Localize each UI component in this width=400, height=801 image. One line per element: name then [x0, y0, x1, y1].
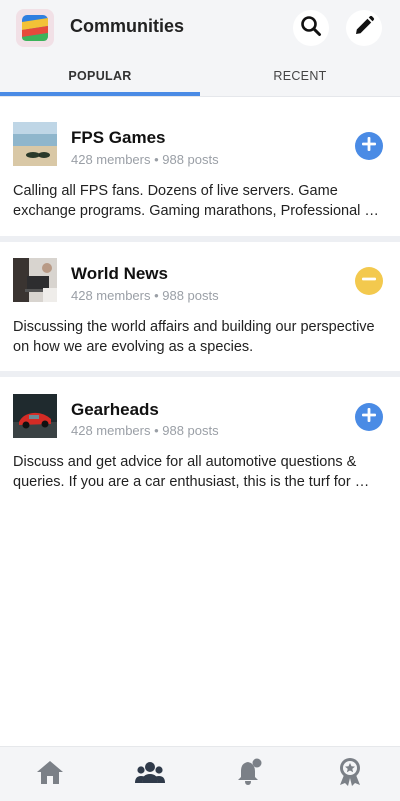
nav-notifications[interactable] [235, 758, 265, 791]
join-community-button[interactable] [355, 132, 383, 160]
community-name[interactable]: FPS Games [71, 128, 166, 148]
nav-communities[interactable] [135, 759, 165, 789]
home-icon [36, 759, 64, 790]
notification-bell-icon [236, 758, 264, 791]
bottom-navigation [0, 746, 400, 801]
community-description: Discuss and get advice for all automotiv… [13, 454, 370, 490]
nav-home[interactable] [35, 759, 65, 789]
community-stats: 428 members • 988 posts [71, 288, 219, 303]
community-thumbnail [13, 394, 57, 438]
community-thumbnail [13, 258, 57, 302]
app-logo-icon[interactable] [16, 9, 54, 47]
search-button[interactable] [293, 10, 329, 46]
page-title: Communities [70, 16, 185, 36]
plus-icon [361, 136, 377, 157]
community-stats: 428 members • 988 posts [71, 152, 219, 167]
search-icon [300, 15, 322, 42]
award-badge-icon [336, 757, 364, 792]
community-name[interactable]: World News [71, 264, 168, 284]
communities-icon [135, 759, 165, 790]
pencil-icon [353, 15, 375, 42]
minus-icon [361, 271, 377, 292]
community-stats: 428 members • 988 posts [71, 423, 219, 438]
app-header: Communities [0, 0, 400, 56]
tab-bar: POPULAR RECENT [0, 56, 400, 97]
tab-popular[interactable]: POPULAR [0, 56, 200, 96]
community-card[interactable]: FPS Games 428 members • 988 posts Callin… [0, 97, 400, 236]
community-card[interactable]: Gearheads 428 members • 988 posts Discus… [0, 377, 400, 502]
community-thumbnail [13, 122, 57, 166]
community-card[interactable]: World News 428 members • 988 posts Discu… [0, 242, 400, 371]
join-community-button[interactable] [355, 403, 383, 431]
tab-recent[interactable]: RECENT [200, 56, 400, 96]
leave-community-button[interactable] [355, 267, 383, 295]
community-description: Calling all FPS fans. Dozens of live ser… [13, 183, 379, 219]
active-tab-indicator [0, 92, 200, 96]
compose-button[interactable] [346, 10, 382, 46]
community-description: Discussing the world affairs and buildin… [13, 319, 375, 355]
community-name[interactable]: Gearheads [71, 400, 159, 420]
plus-icon [361, 407, 377, 428]
nav-rewards[interactable] [335, 757, 365, 792]
